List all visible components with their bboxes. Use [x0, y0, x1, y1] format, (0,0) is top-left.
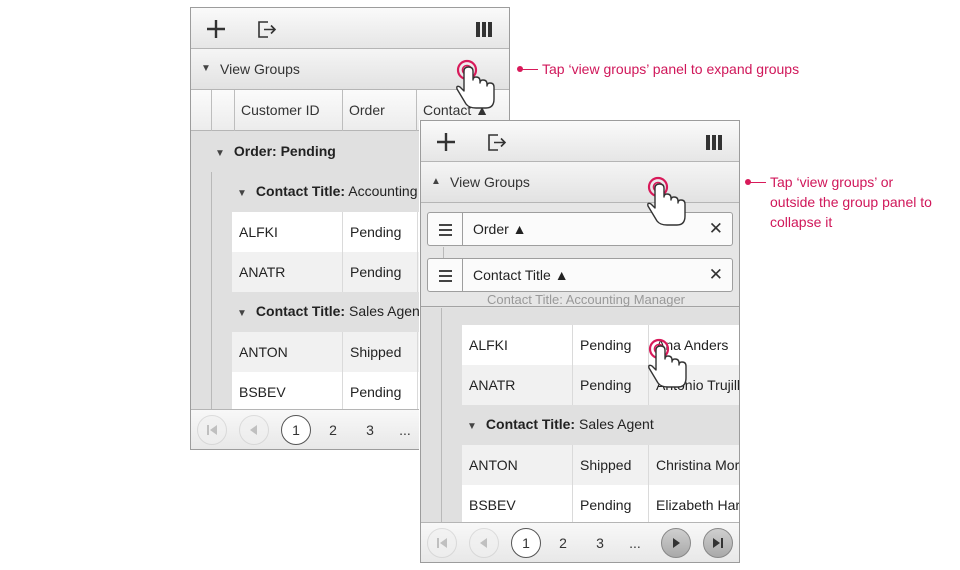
- annotation-collapse-line-3: collapse it: [770, 214, 833, 230]
- columns-icon[interactable]: [703, 131, 725, 153]
- export-icon[interactable]: [485, 131, 507, 153]
- first-page-icon: [437, 538, 447, 548]
- group-chip-label: Order ▲: [473, 221, 527, 237]
- cell-customer-id: ANTON: [462, 445, 573, 485]
- group-header-contact-title[interactable]: ▼ Contact Title: Sales Agent: [237, 292, 424, 330]
- add-icon[interactable]: [205, 18, 227, 40]
- page-2[interactable]: 2: [318, 415, 348, 445]
- table-row[interactable]: ANATR Pending Antonio Trujillo: [462, 365, 739, 405]
- cell-order: Pending: [573, 325, 649, 365]
- group-value: Sales Agent: [349, 303, 424, 319]
- annotation-collapse-line-2: outside the group panel to: [770, 194, 932, 210]
- group-caption: Order:: [233, 143, 277, 159]
- group-indent-header: [191, 90, 212, 131]
- last-page-icon: [713, 538, 723, 548]
- table-row[interactable]: BSBEV Pending Elizabeth Hard: [462, 485, 740, 525]
- group-header-contact-title[interactable]: ▼ Contact Title: Sales Agent: [467, 405, 654, 443]
- close-icon[interactable]: ✕: [709, 259, 723, 291]
- group-chip-contact-title[interactable]: Contact Title ▲ ✕: [427, 258, 733, 292]
- drag-handle-icon[interactable]: [428, 259, 463, 291]
- group-value: Sales Agent: [579, 416, 654, 432]
- tap-hand-icon: [641, 175, 691, 227]
- cell-customer-id: BSBEV: [462, 485, 573, 525]
- previous-page-button[interactable]: [239, 415, 269, 445]
- first-page-button[interactable]: [197, 415, 227, 445]
- view-groups-label: View Groups: [450, 174, 530, 190]
- cell-customer-id: ALFKI: [232, 212, 343, 252]
- cell-order: Pending: [343, 372, 418, 412]
- cell-contact: Christina More: [656, 457, 740, 473]
- next-page-button[interactable]: [661, 528, 691, 558]
- annotation-leader: [748, 182, 766, 183]
- page-2[interactable]: 2: [548, 528, 578, 558]
- next-page-icon: [673, 538, 680, 548]
- cell-customer-id: ANATR: [232, 252, 343, 292]
- annotation-leader: [520, 69, 538, 70]
- group-indent-line: [441, 308, 442, 524]
- close-icon[interactable]: ✕: [709, 213, 723, 245]
- group-value: Pending: [280, 143, 336, 159]
- cell-order: Shipped: [343, 332, 418, 372]
- previous-page-button[interactable]: [469, 528, 499, 558]
- group-indent-header: [212, 90, 235, 131]
- page-1[interactable]: 1: [281, 415, 311, 445]
- expand-arrow-icon: ▼: [201, 63, 211, 74]
- group-caption: Contact Title: Accounting Manager: [487, 292, 686, 307]
- group-header-partial: Contact Title: Accounting Manager: [487, 290, 685, 310]
- datagrid-collapse-state: ▲ View Groups Order ▲ ✕ Contact Title ▲ …: [420, 120, 740, 563]
- column-header-order[interactable]: Order: [343, 90, 417, 131]
- last-page-button[interactable]: [703, 528, 733, 558]
- export-icon[interactable]: [255, 18, 277, 40]
- page-ellipsis[interactable]: ...: [620, 528, 650, 558]
- column-header-customer-id[interactable]: Customer ID: [235, 90, 343, 131]
- cell-contact: Elizabeth Hard: [656, 497, 740, 513]
- cell-order: Pending: [343, 212, 418, 252]
- page-1[interactable]: 1: [511, 528, 541, 558]
- first-page-button[interactable]: [427, 528, 457, 558]
- view-groups-label: View Groups: [220, 61, 300, 77]
- toolbar: [191, 8, 509, 49]
- collapse-arrow-icon: ▼: [467, 421, 477, 432]
- cell-order: Pending: [343, 252, 418, 292]
- cell-customer-id: ANTON: [232, 332, 343, 372]
- pager: 1 2 3 ...: [421, 522, 739, 562]
- add-icon[interactable]: [435, 131, 457, 153]
- toolbar: [421, 121, 739, 162]
- cell-customer-id: ALFKI: [462, 325, 573, 365]
- tap-hand-icon: [450, 58, 500, 110]
- group-chip-label: Contact Title ▲: [473, 267, 569, 283]
- page-ellipsis[interactable]: ...: [390, 415, 420, 445]
- first-page-icon: [207, 425, 217, 435]
- group-header-contact-title[interactable]: ▼ Contact Title: Accounting M: [237, 172, 433, 210]
- group-indent-line: [211, 172, 212, 412]
- collapse-arrow-icon: ▲: [431, 176, 441, 187]
- cell-order: Shipped: [573, 445, 649, 485]
- table-row[interactable]: ALFKI Pending Ana Anders: [462, 325, 739, 365]
- cell-customer-id: BSBEV: [232, 372, 343, 412]
- page-3[interactable]: 3: [355, 415, 385, 445]
- previous-page-icon: [250, 425, 257, 435]
- previous-page-icon: [480, 538, 487, 548]
- group-caption: Contact Title:: [485, 416, 576, 432]
- drag-handle-icon[interactable]: [428, 213, 463, 245]
- tap-hand-icon: [642, 337, 692, 389]
- annotation-collapse-line-1: Tap ‘view groups’ or: [770, 174, 894, 190]
- chip-connector: [443, 247, 444, 258]
- collapse-arrow-icon: ▼: [237, 188, 247, 199]
- view-groups-panel[interactable]: ▲ View Groups: [421, 162, 739, 203]
- page-3[interactable]: 3: [585, 528, 615, 558]
- group-caption: Contact Title:: [255, 303, 346, 319]
- group-header-order[interactable]: ▼ Order: Pending: [215, 132, 336, 170]
- cell-customer-id: ANATR: [462, 365, 573, 405]
- annotation-expand: Tap ‘view groups’ panel to expand groups: [542, 61, 800, 77]
- cell-order: Pending: [573, 485, 649, 525]
- group-caption: Contact Title:: [255, 183, 346, 199]
- collapse-arrow-icon: ▼: [215, 148, 225, 159]
- table-row[interactable]: ANTON Shipped Christina More: [462, 445, 740, 485]
- columns-icon[interactable]: [473, 18, 495, 40]
- collapse-arrow-icon: ▼: [237, 308, 247, 319]
- cell-order: Pending: [573, 365, 649, 405]
